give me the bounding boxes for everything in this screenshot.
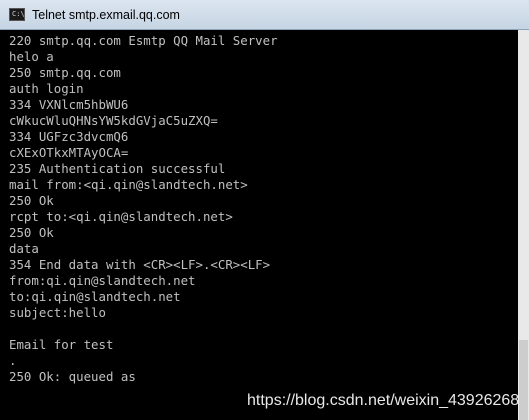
console-icon[interactable]: C:\ bbox=[9, 8, 25, 21]
vertical-scrollbar[interactable] bbox=[518, 30, 529, 420]
console-line: data bbox=[9, 241, 39, 256]
console-line: helo a bbox=[9, 49, 54, 64]
console-line: rcpt to:<qi.qin@slandtech.net> bbox=[9, 209, 233, 224]
console-line: . bbox=[9, 353, 17, 368]
scrollbar-thumb[interactable] bbox=[519, 340, 528, 420]
console-line: 354 End data with <CR><LF>.<CR><LF> bbox=[9, 257, 271, 272]
watermark-text: https://blog.csdn.net/weixin_43926268 bbox=[247, 392, 520, 409]
console-line: 220 smtp.qq.com Esmtp QQ Mail Server bbox=[9, 33, 278, 48]
console-line: 235 Authentication successful bbox=[9, 161, 226, 176]
console-line: 250 Ok bbox=[9, 193, 54, 208]
window-title: Telnet smtp.exmail.qq.com bbox=[32, 7, 180, 22]
console-line: from:qi.qin@slandtech.net bbox=[9, 273, 196, 288]
console-line: cXExOTkxMTAyOCA= bbox=[9, 145, 129, 160]
console-line: Email for test bbox=[9, 337, 114, 352]
console-line: 250 Ok bbox=[9, 225, 54, 240]
console-line: 334 UGFzc3dvcmQ6 bbox=[9, 129, 129, 144]
console-line: 250 Ok: queued as bbox=[9, 369, 136, 384]
console-icon-glyph: C:\ bbox=[12, 10, 25, 18]
console-line: subject:hello bbox=[9, 305, 106, 320]
console-line: 334 VXNlcm5hbWU6 bbox=[9, 97, 129, 112]
telnet-window: C:\ Telnet smtp.exmail.qq.com 220 smtp.q… bbox=[0, 0, 529, 420]
title-bar[interactable]: C:\ Telnet smtp.exmail.qq.com bbox=[0, 0, 529, 30]
console-line: 250 smtp.qq.com bbox=[9, 65, 121, 80]
console-line: cWkucWluQHNsYW5kdGVjaC5uZXQ= bbox=[9, 113, 218, 128]
console-output[interactable]: 220 smtp.qq.com Esmtp QQ Mail Server hel… bbox=[0, 30, 518, 420]
console-line: mail from:<qi.qin@slandtech.net> bbox=[9, 177, 248, 192]
console-line: to:qi.qin@slandtech.net bbox=[9, 289, 181, 304]
console-line: auth login bbox=[9, 81, 84, 96]
